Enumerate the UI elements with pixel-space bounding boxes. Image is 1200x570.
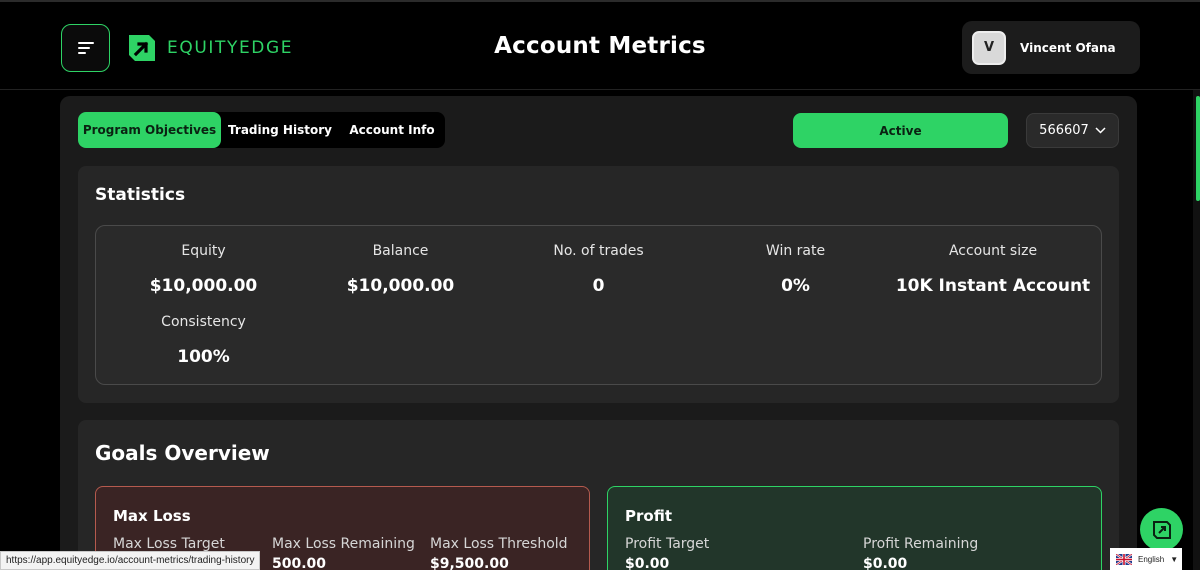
stat-value: 0% (781, 276, 810, 296)
goal-value: $9,500.00 (430, 556, 509, 570)
stat-label: Win rate (765, 243, 826, 259)
stat-label: Balance (372, 243, 429, 259)
account-select-value: 566607 (1039, 123, 1089, 138)
stat-trades: No. of trades 0 (500, 243, 697, 296)
scrollbar-thumb[interactable] (1196, 96, 1200, 201)
goal-label: Max Loss Threshold (430, 536, 568, 552)
chat-button[interactable] (1140, 508, 1183, 551)
stat-balance: Balance $10,000.00 (302, 243, 499, 296)
max-loss-threshold: Max Loss Threshold $9,500.00 (430, 536, 568, 570)
chevron-down-icon (1095, 127, 1106, 134)
account-status-button[interactable]: Active (793, 113, 1008, 148)
max-loss-remaining: Max Loss Remaining 500.00 (272, 536, 415, 570)
stat-label: No. of trades (553, 243, 644, 259)
stat-label: Equity (181, 243, 226, 259)
stat-label: Consistency (161, 314, 246, 330)
stat-equity: Equity $10,000.00 (105, 243, 302, 296)
browser-status-url: https://app.equityedge.io/account-metric… (0, 551, 261, 570)
goal-label: Profit Target (625, 536, 710, 552)
goals-title: Goals Overview (95, 441, 270, 465)
stat-value: 0 (592, 276, 605, 296)
profit-target: Profit Target $0.00 (625, 536, 709, 570)
language-selector[interactable]: English ▼ (1110, 548, 1182, 570)
top-bar: EQUITYEDGE Account Metrics V Vincent Ofa… (0, 0, 1200, 90)
equityedge-logo-icon (1152, 520, 1171, 539)
goal-label: Max Loss Target (113, 536, 225, 552)
tab-trading-history[interactable]: Trading History (221, 112, 339, 148)
profit-remaining: Profit Remaining $0.00 (863, 536, 978, 570)
tab-account-info[interactable]: Account Info (339, 112, 445, 148)
profit-title: Profit (625, 507, 672, 525)
stat-value: $10,000.00 (149, 276, 258, 296)
stat-value: 10K Instant Account (895, 276, 1091, 296)
language-label: English (1138, 554, 1165, 564)
tab-bar: Program Objectives Trading History Accou… (78, 112, 445, 148)
user-name: Vincent Ofana (1020, 40, 1116, 55)
stat-win-rate: Win rate 0% (697, 243, 894, 296)
tab-program-objectives[interactable]: Program Objectives (78, 112, 221, 148)
goal-value: $0.00 (863, 556, 908, 570)
uk-flag-icon (1116, 553, 1132, 565)
goal-value: 500.00 (272, 556, 327, 570)
statistics-title: Statistics (95, 185, 186, 205)
account-select[interactable]: 566607 (1026, 113, 1119, 148)
stat-label: Account size (948, 243, 1038, 259)
user-menu[interactable]: V Vincent Ofana (962, 21, 1140, 74)
goal-value: $0.00 (625, 556, 670, 570)
stat-value: 100% (177, 347, 230, 367)
goal-label: Profit Remaining (863, 536, 979, 552)
avatar: V (972, 30, 1006, 65)
stat-consistency: Consistency 100% (105, 314, 302, 367)
stat-value: $10,000.00 (346, 276, 455, 296)
goal-label: Max Loss Remaining (272, 536, 415, 552)
max-loss-title: Max Loss (113, 507, 191, 525)
profit-card: Profit Profit Target $0.00 Profit Remain… (607, 486, 1102, 570)
stat-account-size: Account size 10K Instant Account (885, 243, 1101, 296)
caret-down-icon: ▼ (1170, 554, 1179, 564)
